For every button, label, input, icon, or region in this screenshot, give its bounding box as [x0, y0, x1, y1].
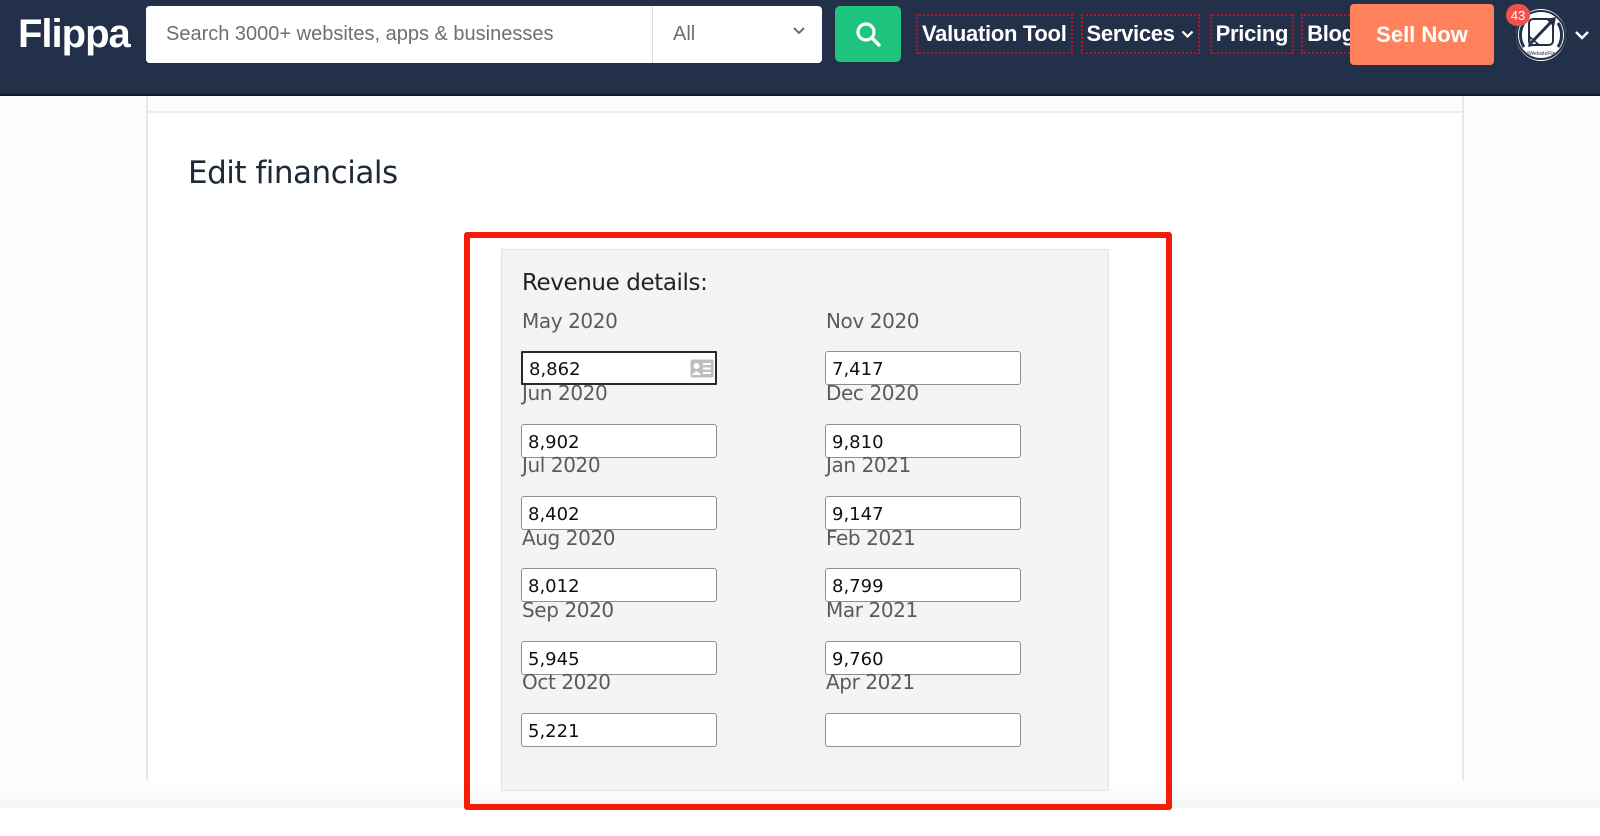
revenue-input-jul-2020[interactable]	[521, 496, 717, 530]
main-nav: Valuation Tool Services Pricing Blog	[916, 14, 1361, 54]
chevron-down-icon	[1181, 30, 1193, 39]
month-label: Aug 2020	[522, 526, 616, 550]
revenue-input-feb-2021[interactable]	[825, 568, 1021, 602]
notification-badge[interactable]: 43	[1506, 4, 1530, 26]
nav-services-label: Services	[1086, 21, 1175, 46]
avatar-caption: #WebsiteFlip	[1527, 51, 1556, 57]
page-background-left	[0, 96, 146, 808]
nav-valuation-tool[interactable]: Valuation Tool	[916, 14, 1073, 54]
top-navigation-bar: Flippa All Valuation Tool Services Pri	[0, 0, 1600, 96]
nav-blog-label: Blog	[1307, 21, 1355, 46]
revenue-input-may-2020[interactable]	[521, 351, 717, 385]
category-select-value: All	[673, 23, 696, 45]
search-button[interactable]	[835, 6, 901, 62]
revenue-details-title: Revenue details:	[522, 270, 708, 296]
category-select[interactable]: All	[652, 6, 822, 63]
page-background-right	[1464, 96, 1600, 808]
account-menu-chevron-icon[interactable]	[1574, 28, 1590, 42]
search-bar: All	[146, 6, 822, 63]
revenue-input-jan-2021[interactable]	[825, 496, 1021, 530]
month-label: Nov 2020	[826, 309, 920, 333]
search-icon	[856, 22, 881, 47]
month-label: Jun 2020	[522, 381, 608, 405]
month-label: Jan 2021	[826, 453, 911, 477]
contact-card-icon[interactable]	[690, 359, 714, 378]
month-label: Feb 2021	[826, 526, 916, 550]
month-label: May 2020	[522, 309, 618, 333]
chevron-down-icon	[793, 27, 805, 35]
month-label: Apr 2021	[826, 670, 915, 694]
search-input[interactable]	[146, 6, 652, 63]
sell-now-button[interactable]: Sell Now	[1350, 4, 1494, 65]
month-label: Oct 2020	[522, 670, 611, 694]
revenue-input-oct-2020[interactable]	[521, 713, 717, 747]
month-label: Dec 2020	[826, 381, 919, 405]
panel-top-strip	[148, 96, 1462, 113]
flippa-logo[interactable]: Flippa	[18, 12, 131, 57]
revenue-input-aug-2020[interactable]	[521, 568, 717, 602]
nav-valuation-tool-label: Valuation Tool	[922, 21, 1067, 46]
nav-services[interactable]: Services	[1080, 14, 1200, 54]
month-label: Mar 2021	[826, 598, 918, 622]
month-label: Sep 2020	[522, 598, 614, 622]
nav-pricing[interactable]: Pricing	[1209, 14, 1295, 54]
revenue-input-nov-2020[interactable]	[825, 351, 1021, 385]
revenue-input-apr-2021[interactable]	[825, 713, 1021, 747]
page-title: Edit financials	[188, 155, 398, 191]
nav-pricing-label: Pricing	[1215, 21, 1289, 46]
month-label: Jul 2020	[522, 453, 601, 477]
